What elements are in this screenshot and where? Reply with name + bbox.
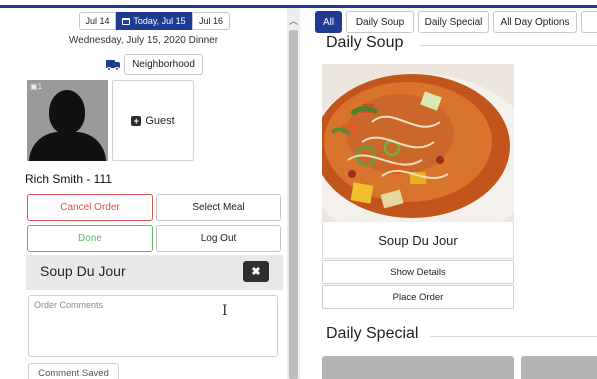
avatar-torso (29, 132, 106, 161)
place-order-button[interactable]: Place Order (322, 285, 514, 309)
selected-date-text: Wednesday, July 15, 2020 Dinner (68, 35, 219, 46)
close-icon: ✖ (251, 266, 261, 278)
date-today-label: Today, Jul 15 (133, 16, 186, 26)
tab-all-day-options[interactable]: All Day Options (493, 11, 577, 33)
remove-item-button[interactable]: ✖ (243, 261, 269, 282)
tab-daily-special[interactable]: Daily Special (418, 11, 489, 33)
order-item-row: Soup Du Jour ✖ (26, 255, 283, 290)
calendar-icon (122, 17, 131, 25)
menu-item-name: Soup Du Jour (322, 222, 514, 259)
photo-badge-icon: ▣ (30, 82, 38, 91)
section-divider (430, 336, 597, 337)
log-out-button[interactable]: Log Out (156, 225, 281, 252)
order-item-name: Soup Du Jour (40, 263, 126, 279)
tab-daily-soup[interactable]: Daily Soup (346, 11, 414, 33)
soup-photo[interactable] (322, 64, 514, 222)
guest-label: Guest (145, 114, 175, 127)
resident-avatar[interactable]: ▣1 (27, 80, 108, 161)
section-title-daily-special: Daily Special (326, 325, 419, 342)
menu-filter-tabs: All Daily Soup Daily Special All Day Opt… (315, 11, 597, 33)
order-comments-field[interactable]: Order Comments (28, 295, 278, 357)
menu-panel: All Daily Soup Daily Special All Day Opt… (300, 8, 597, 379)
show-details-button[interactable]: Show Details (322, 260, 514, 284)
menu-card-soup-du-jour: Soup Du Jour Show Details Place Order (322, 64, 514, 310)
section-divider (420, 45, 597, 46)
date-next-label: Jul 16 (198, 16, 224, 26)
avatar-head (49, 90, 85, 134)
section-title-daily-soup: Daily Soup (326, 34, 404, 51)
date-today-button[interactable]: Today, Jul 15 (116, 12, 192, 30)
order-comments-placeholder: Order Comments (34, 300, 104, 310)
date-prev-label: Jul 14 (85, 16, 110, 26)
photo-badge-count: 1 (37, 82, 43, 91)
comment-saved-button[interactable]: Comment Saved (28, 363, 119, 379)
date-selector: Jul 14 Today, Jul 15 Jul 16 (79, 12, 230, 30)
scrollbar-thumb[interactable] (289, 30, 298, 379)
date-next-button[interactable]: Jul 16 (192, 12, 230, 30)
photo-count-badge: ▣1 (30, 82, 42, 91)
cancel-order-button[interactable]: Cancel Order (27, 194, 153, 221)
tab-all[interactable]: All (315, 11, 342, 33)
guest-button[interactable]: + Guest (112, 80, 194, 161)
menu-card-daily-special[interactable] (521, 356, 597, 379)
neighborhood-button[interactable]: Neighborhood (124, 54, 203, 75)
resident-name: Rich Smith - 111 (25, 172, 112, 186)
truck-icon (106, 60, 121, 71)
plus-square-icon: + (131, 115, 142, 126)
chevron-up-icon[interactable]: ︿ (287, 14, 300, 26)
select-meal-button[interactable]: Select Meal (156, 194, 281, 221)
text-cursor-icon: I (222, 303, 228, 319)
done-button[interactable]: Done (27, 225, 153, 252)
date-prev-button[interactable]: Jul 14 (79, 12, 116, 30)
order-panel: Jul 14 Today, Jul 15 Jul 16 Wednesday, J… (0, 8, 287, 379)
tab-more[interactable] (581, 11, 597, 33)
menu-card-daily-special[interactable] (322, 356, 514, 379)
